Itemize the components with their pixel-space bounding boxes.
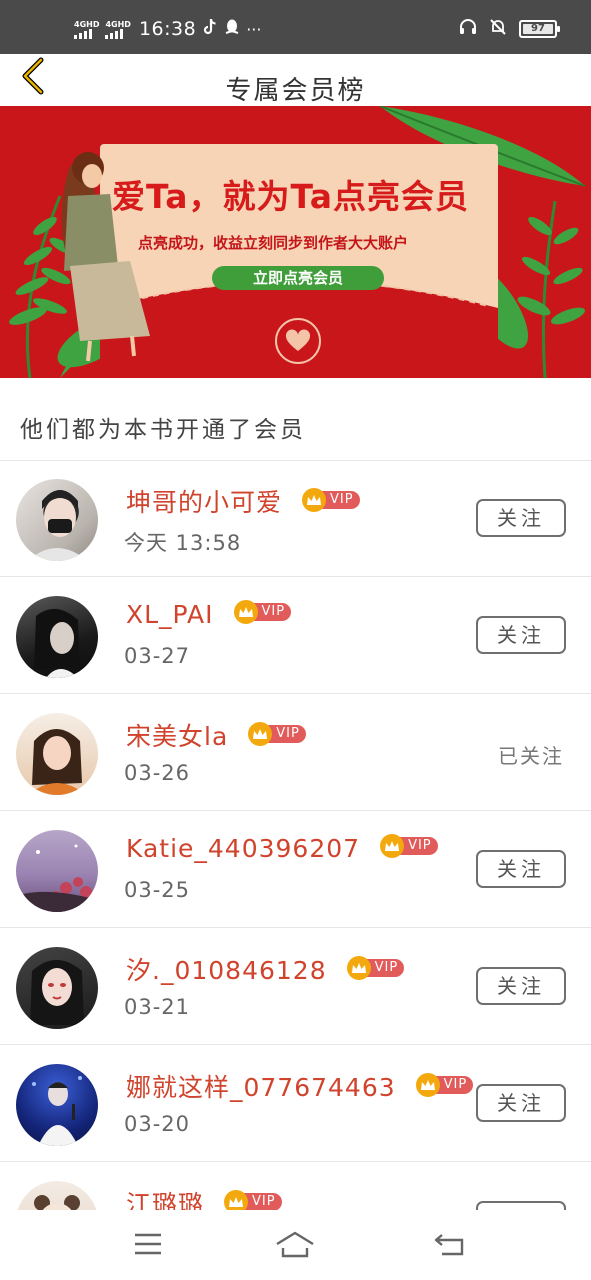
follow-button[interactable]: 关注 — [476, 499, 566, 537]
more-dots-icon: ··· — [246, 19, 262, 39]
home-button[interactable] — [270, 1224, 320, 1264]
vip-badge: VIP — [224, 1190, 282, 1210]
qq-icon — [224, 18, 240, 40]
back-nav-button[interactable] — [425, 1224, 475, 1264]
avatar[interactable] — [16, 1064, 98, 1146]
signal-icon: 4GHD — [105, 19, 131, 39]
headphones-icon — [459, 18, 477, 40]
home-icon — [276, 1231, 314, 1258]
crown-icon — [380, 834, 405, 858]
follow-button[interactable]: 关注 — [476, 616, 566, 654]
member-name[interactable]: XL_PAI VIP — [126, 600, 292, 629]
member-name[interactable]: 坤哥的小可爱 VIP — [126, 483, 360, 519]
avatar[interactable] — [16, 1181, 98, 1210]
member-name[interactable]: Katie_440396207 VIP — [126, 834, 438, 863]
member-row[interactable]: 宋美女la VIP 03-26 已关注 — [0, 695, 591, 811]
member-name-text: Katie_440396207 — [126, 834, 361, 863]
member-row[interactable]: 娜就这样_077674463 VIP 03-20 关注 — [0, 1046, 591, 1162]
avatar[interactable] — [16, 596, 98, 678]
vip-badge: VIP — [415, 1073, 474, 1097]
followed-status[interactable]: 已关注 — [498, 740, 564, 769]
follow-button[interactable]: 关注 — [476, 850, 566, 888]
page-title: 专属会员榜 — [225, 76, 366, 106]
battery-icon: 97 — [519, 20, 560, 38]
member-name-text: XL_PAI — [126, 600, 214, 629]
member-name[interactable]: 娜就这样_077674463 VIP — [126, 1068, 474, 1104]
follow-button[interactable]: 关注 — [476, 1084, 566, 1122]
title-bar: 专属会员榜 — [0, 54, 591, 106]
member-row[interactable]: 坤哥的小可爱 VIP 今天 13:58 关注 — [0, 461, 591, 577]
banner-subline: 点亮成功，收益立刻同步到作者大大账户 — [138, 234, 409, 252]
member-date: 03-20 — [124, 1112, 191, 1136]
member-row[interactable]: Katie_440396207 VIP 03-25 关注 — [0, 812, 591, 928]
banner-headline: 爱Ta，就为Ta点亮会员 — [112, 177, 470, 216]
crown-icon — [415, 1073, 440, 1097]
network-type-label: 4GHD — [74, 19, 100, 29]
light-up-membership-button[interactable]: 立即点亮会员 — [212, 266, 384, 290]
menu-icon — [135, 1233, 161, 1255]
avatar[interactable] — [16, 830, 98, 912]
back-arrow-icon — [434, 1234, 464, 1256]
member-name-text: 坤哥的小可爱 — [126, 488, 283, 517]
member-name-text: 宋美女la — [126, 722, 229, 751]
system-nav-bar — [0, 1210, 591, 1280]
section-heading: 他们都为本书开通了会员 — [20, 417, 306, 443]
member-row[interactable]: 江璐璐 VIP 关注 — [0, 1163, 591, 1210]
signal-icon: 4GHD — [74, 20, 99, 39]
tiktok-icon — [202, 18, 218, 40]
member-date: 今天 13:58 — [124, 531, 242, 555]
member-name[interactable]: 宋美女la VIP — [126, 717, 306, 753]
member-name[interactable]: 汐._010846128 VIP — [126, 951, 405, 987]
member-date: 03-25 — [124, 878, 191, 902]
promo-banner[interactable]: 爱Ta，就为Ta点亮会员 点亮成功，收益立刻同步到作者大大账户 立即点亮会员 — [0, 106, 591, 378]
follow-button[interactable]: 关注 — [476, 1201, 566, 1210]
avatar[interactable] — [16, 479, 98, 561]
crown-icon — [302, 488, 327, 512]
status-left: 4GHD 4GHD 16:38 ··· — [74, 18, 261, 40]
vip-badge: VIP — [346, 956, 405, 980]
vip-badge: VIP — [380, 834, 438, 858]
member-row[interactable]: XL_PAI VIP 03-27 关注 — [0, 578, 591, 694]
menu-button[interactable] — [123, 1224, 173, 1264]
member-date: 03-27 — [124, 644, 191, 668]
member-name-text: 娜就这样_077674463 — [126, 1073, 396, 1102]
vip-badge: VIP — [302, 488, 360, 512]
status-right: 97 — [459, 18, 560, 40]
follow-button[interactable]: 关注 — [476, 967, 566, 1005]
crown-icon — [224, 1190, 249, 1210]
heart-seal-icon — [275, 318, 321, 364]
vip-badge: VIP — [233, 600, 292, 624]
member-date: 03-21 — [124, 995, 191, 1019]
crown-icon — [346, 956, 371, 980]
member-row[interactable]: 汐._010846128 VIP 03-21 关注 — [0, 929, 591, 1045]
member-name-text: 江璐璐 — [126, 1190, 205, 1210]
member-name-text: 汐._010846128 — [126, 956, 327, 985]
member-name[interactable]: 江璐璐 VIP — [126, 1185, 282, 1210]
avatar[interactable] — [16, 713, 98, 795]
battery-level: 97 — [531, 23, 545, 34]
member-date: 03-26 — [124, 761, 191, 785]
crown-icon — [233, 600, 258, 624]
status-bar: 4GHD 4GHD 16:38 ··· 97 — [0, 0, 591, 54]
clock: 16:38 — [138, 18, 197, 40]
network-type-label: 4GHD — [105, 19, 131, 29]
vip-badge: VIP — [248, 722, 306, 746]
mute-icon — [489, 18, 507, 40]
avatar[interactable] — [16, 947, 98, 1029]
